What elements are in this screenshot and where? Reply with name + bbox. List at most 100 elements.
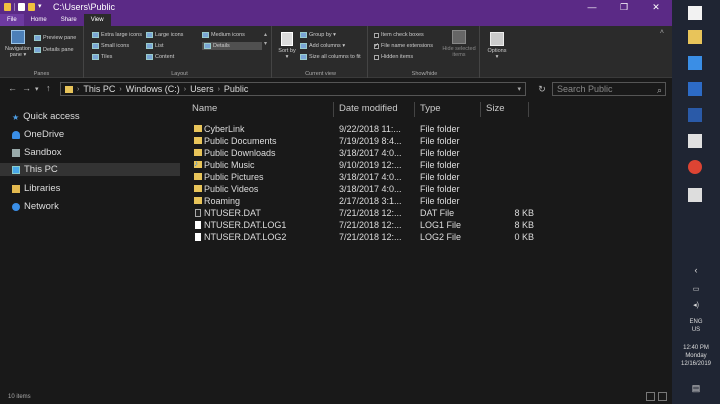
table-row[interactable]: NTUSER.DAT.LOG1 7/21/2018 12:... LOG1 Fi… — [190, 219, 550, 231]
chevron-right-icon[interactable]: › — [77, 86, 79, 93]
content-option[interactable]: Content — [146, 54, 174, 60]
chevron-up-icon[interactable]: ˄ — [660, 29, 664, 36]
medium-icons-label: Medium icons — [211, 32, 245, 38]
sidebar-item-network[interactable]: Network — [12, 200, 59, 213]
table-row[interactable]: Public Documents 7/19/2019 8:4... File f… — [190, 135, 550, 147]
extra-large-icons-option[interactable]: Extra large icons — [92, 32, 142, 38]
details-option[interactable]: Details — [202, 42, 262, 50]
table-row[interactable]: CyberLink 9/22/2018 11:... File folder — [190, 123, 550, 135]
tab-home[interactable]: Home — [24, 14, 54, 26]
properties-icon[interactable] — [18, 3, 25, 11]
medium-icons-option[interactable]: Medium icons — [202, 32, 245, 38]
solitaire-icon[interactable] — [688, 134, 702, 148]
minimize-button[interactable]: — — [576, 0, 608, 14]
file-name: CyberLink — [204, 124, 245, 134]
size-all-columns-button[interactable]: Size all columns to fit — [300, 54, 361, 60]
hide-selected-items-button[interactable]: Hide selected items — [442, 30, 476, 58]
back-button[interactable]: ← — [8, 83, 17, 93]
battery-icon[interactable]: ▭ — [672, 286, 720, 294]
column-header-size[interactable]: Size — [486, 100, 504, 118]
file-explorer-icon[interactable] — [688, 30, 702, 44]
add-columns-button[interactable]: Add columns ▾ — [300, 43, 345, 49]
sidebar-item-onedrive[interactable]: OneDrive — [12, 128, 64, 141]
dat-file-icon — [195, 209, 201, 217]
preview-pane-button[interactable]: Preview pane — [34, 35, 76, 41]
tiles-option[interactable]: Tiles — [92, 54, 112, 60]
file-name-extensions-toggle[interactable]: File name extensions — [374, 42, 433, 49]
address-dropdown-icon[interactable]: ▾ — [517, 85, 521, 93]
tab-file[interactable]: File — [0, 14, 24, 26]
powershell-icon[interactable] — [688, 108, 702, 122]
table-row[interactable]: NTUSER.DAT.LOG2 7/21/2018 12:... LOG2 Fi… — [190, 231, 550, 243]
forward-button[interactable]: → — [22, 83, 31, 93]
notifications-icon[interactable]: ▤ — [672, 384, 720, 393]
app-icon[interactable] — [688, 82, 702, 96]
chrome-icon[interactable] — [688, 160, 702, 174]
breadcrumb-this-pc[interactable]: This PC — [83, 84, 115, 94]
table-row[interactable]: Public Music 9/10/2019 12:... File folde… — [190, 158, 550, 171]
sort-by-button[interactable]: Sort by ▾ — [278, 32, 296, 60]
tab-view[interactable]: View — [83, 14, 111, 26]
options-button[interactable]: Options ▾ — [486, 32, 508, 60]
language-indicator[interactable]: ENG US — [672, 318, 720, 334]
table-row[interactable]: Roaming 2/17/2018 3:1... File folder — [190, 195, 550, 207]
breadcrumb-windows-c[interactable]: Windows (C:) — [126, 84, 180, 94]
content-label: Content — [155, 54, 175, 60]
sidebar-item-quick-access[interactable]: ★ Quick access — [12, 110, 80, 123]
group-by-button[interactable]: Group by ▾ — [300, 32, 336, 38]
table-row[interactable]: Public Downloads 3/18/2017 4:0... File f… — [190, 147, 550, 159]
chevron-right-icon[interactable]: › — [218, 86, 220, 93]
breadcrumb-public[interactable]: Public — [224, 84, 249, 94]
title-bar: ▾ C:\Users\Public — ❐ ✕ — [0, 0, 672, 14]
list-option[interactable]: List — [146, 43, 164, 49]
column-divider[interactable] — [480, 102, 481, 117]
file-name-extensions-checkbox[interactable] — [374, 42, 379, 49]
volume-icon[interactable]: ◂) — [672, 302, 720, 310]
up-button[interactable]: ↑ — [46, 83, 51, 93]
navigation-pane-button[interactable]: Navigation pane ▾ — [5, 30, 31, 58]
breadcrumb-users[interactable]: Users — [190, 84, 214, 94]
customize-toolbar-icon[interactable]: ▾ — [38, 3, 43, 11]
column-divider[interactable] — [528, 102, 529, 117]
remote-desktop-icon[interactable] — [688, 56, 702, 70]
hidden-items-checkbox[interactable] — [374, 54, 379, 60]
column-header-name[interactable]: Name — [192, 100, 217, 118]
chevron-right-icon[interactable]: › — [119, 86, 121, 93]
large-icons-option[interactable]: Large icons — [146, 32, 183, 38]
recent-locations-button[interactable]: ▾ — [35, 85, 39, 93]
maximize-button[interactable]: ❐ — [608, 0, 640, 14]
hidden-items-toggle[interactable]: Hidden items — [374, 54, 413, 60]
layout-scroll[interactable]: ▴ ▾ — [264, 32, 267, 48]
start-icon[interactable] — [688, 6, 702, 20]
sidebar-item-this-pc[interactable]: This PC — [0, 163, 180, 176]
new-folder-icon[interactable] — [28, 3, 35, 11]
item-check-boxes-checkbox[interactable] — [374, 32, 379, 38]
chevron-left-icon[interactable]: ‹ — [672, 266, 720, 275]
column-divider[interactable] — [414, 102, 415, 117]
large-icons-view-button[interactable] — [658, 392, 667, 401]
table-row[interactable]: NTUSER.DAT 7/21/2018 12:... DAT File 8 K… — [190, 207, 550, 219]
column-header-type[interactable]: Type — [420, 100, 441, 118]
chevron-right-icon[interactable]: › — [184, 86, 186, 93]
column-divider[interactable] — [333, 102, 334, 117]
breadcrumb[interactable]: › This PC › Windows (C:) › Users › Publi… — [60, 82, 526, 96]
extra-large-icons-icon — [92, 32, 99, 38]
close-button[interactable]: ✕ — [640, 0, 672, 14]
tab-share[interactable]: Share — [54, 14, 84, 26]
small-icons-option[interactable]: Small icons — [92, 43, 129, 49]
details-pane-button[interactable]: Details pane — [34, 47, 74, 53]
table-row[interactable]: Public Pictures 3/18/2017 4:0... File fo… — [190, 171, 550, 183]
sidebar-item-libraries[interactable]: Libraries — [12, 182, 60, 195]
refresh-button[interactable]: ↻ — [535, 82, 549, 96]
details-view-button[interactable] — [646, 392, 655, 401]
column-header-date-modified[interactable]: Date modified — [339, 100, 398, 118]
sidebar-item-sandbox[interactable]: Sandbox — [12, 146, 62, 159]
file-type: File folder — [420, 148, 460, 158]
clock[interactable]: 12:40 PM Monday 12/16/2019 — [672, 344, 720, 368]
search-input[interactable]: Search Public ⌕ — [552, 82, 666, 96]
details-pane-label: Details pane — [43, 47, 74, 53]
mail-icon[interactable] — [688, 188, 702, 202]
table-row[interactable]: Public Videos 3/18/2017 4:0... File fold… — [190, 183, 550, 195]
file-icon — [195, 233, 201, 241]
item-check-boxes-toggle[interactable]: Item check boxes — [374, 32, 424, 38]
